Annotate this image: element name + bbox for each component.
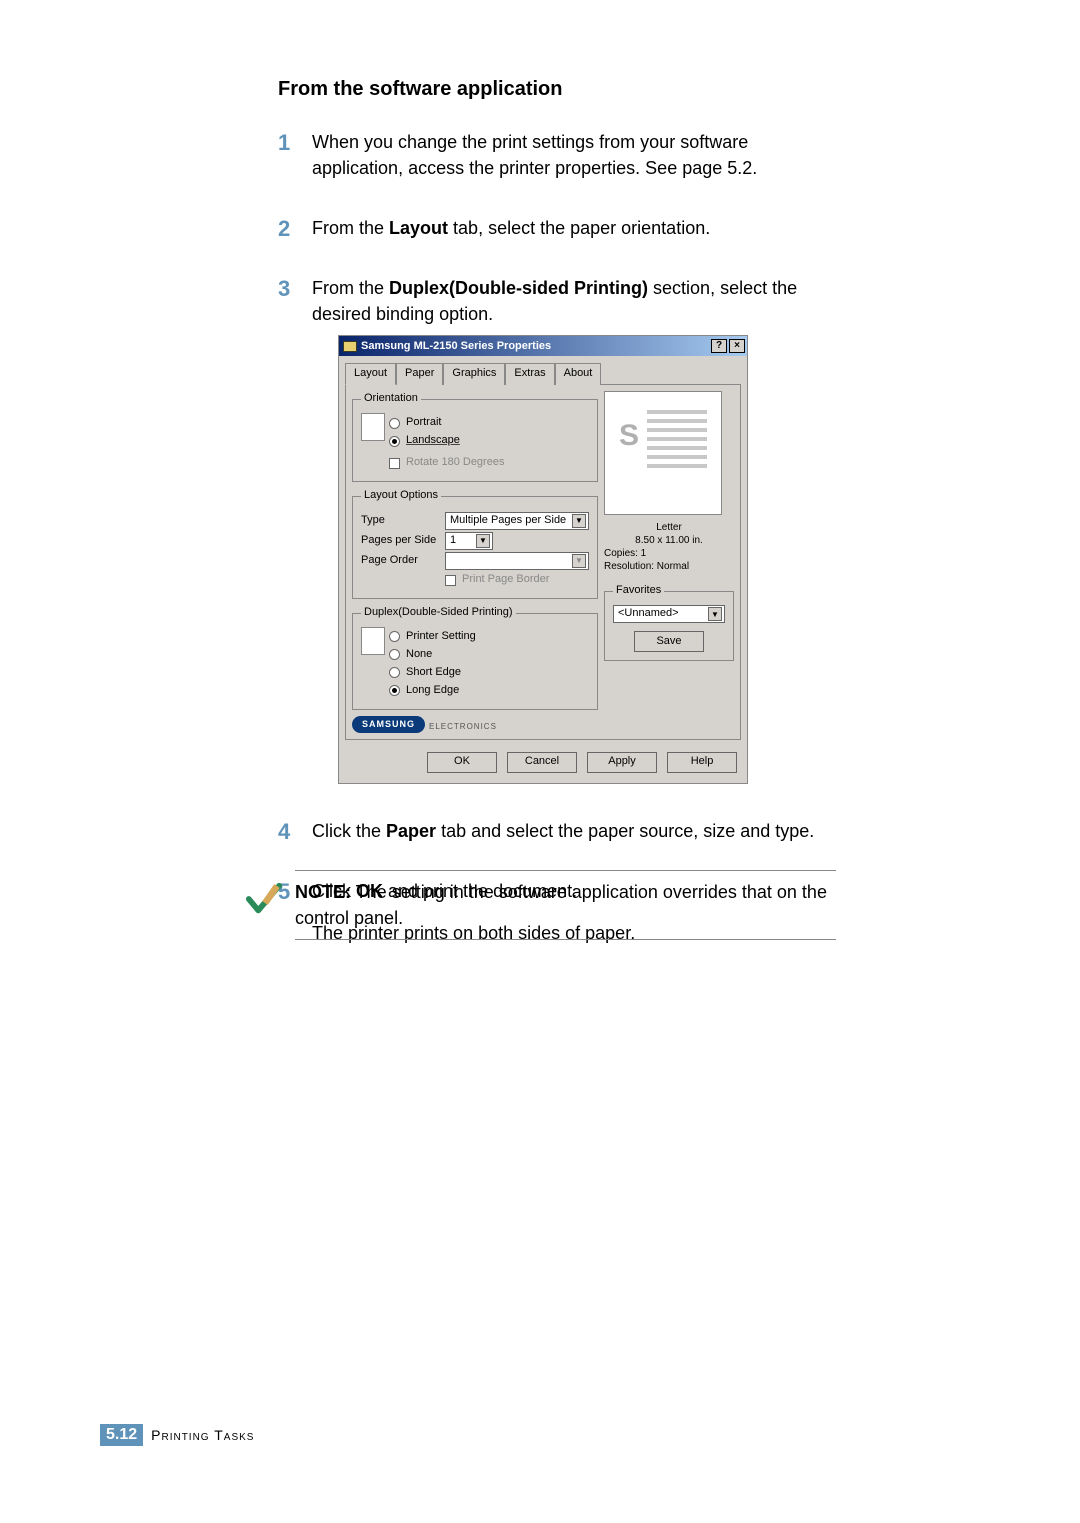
step-2: 2 From the Layout tab, select the paper … [278,215,838,241]
tab-extras[interactable]: Extras [505,363,554,385]
duplex-legend: Duplex(Double-Sided Printing) [361,605,516,621]
favorites-group: Favorites <Unnamed> Save [604,583,734,661]
tab-graphics[interactable]: Graphics [443,363,505,385]
step-3: 3 From the Duplex(Double-sided Printing)… [278,275,838,783]
preview-meta: Letter 8.50 x 11.00 in. Copies: 1 Resolu… [604,521,734,573]
step-text-bold: Duplex(Double-sided Printing) [389,278,648,298]
note-box: NOTE: The setting in the software applic… [295,870,836,940]
tab-about[interactable]: About [555,363,602,385]
chevron-down-icon [708,607,722,621]
duplex-opt-label: Short Edge [406,665,461,681]
step-number: 4 [278,816,290,848]
orientation-legend: Orientation [361,391,421,407]
titlebar: Samsung ML-2150 Series Properties ? × [339,336,747,356]
orientation-icon [361,413,385,441]
type-value: Multiple Pages per Side [450,513,566,529]
pages-per-side-label: Pages per Side [361,533,439,549]
page-footer: 5.12 Printing Tasks [100,1424,254,1446]
step-text-bold: Paper [386,821,436,841]
step-text-post: tab, select the paper orientation. [448,218,710,238]
duplex-opt-label: None [406,647,432,663]
tab-body: Orientation Portrait [345,384,741,739]
duplex-none-radio[interactable] [389,649,400,660]
layout-options-group: Layout Options Type Multiple Pages per S… [352,488,598,599]
step-number: 2 [278,213,290,245]
step-4: 4 Click the Paper tab and select the pap… [278,818,838,844]
duplex-opt-label: Printer Setting [406,629,476,645]
type-label: Type [361,513,439,529]
duplex-opt-label: Long Edge [406,683,459,699]
layout-options-legend: Layout Options [361,488,441,504]
note-text: The setting in the software application … [295,882,827,928]
tab-strip: Layout Paper Graphics Extras About [339,356,747,384]
apply-button[interactable]: Apply [587,752,657,773]
pages-per-side-value: 1 [450,533,456,549]
landscape-radio[interactable] [389,436,400,447]
brand-logo: SAMSUNG ELECTRONICS [352,716,598,733]
page-num: 12 [119,1426,137,1443]
printer-icon [343,341,357,352]
preview-s-icon: S [619,414,641,448]
pages-per-side-dropdown[interactable]: 1 [445,532,493,550]
page-order-dropdown[interactable] [445,552,589,570]
preview-resolution: Resolution: Normal [604,560,734,573]
print-page-border-checkbox[interactable] [445,575,456,586]
step-number: 1 [278,127,290,159]
printer-properties-dialog: Samsung ML-2150 Series Properties ? × La… [338,335,748,783]
help-titlebar-button[interactable]: ? [711,339,727,353]
step-1: 1 When you change the print settings fro… [278,129,838,181]
chapter-num: 5. [106,1426,119,1443]
save-button[interactable]: Save [634,631,704,652]
portrait-label: Portrait [406,415,441,431]
duplex-long-edge-radio[interactable] [389,685,400,696]
rotate-label: Rotate 180 Degrees [406,455,504,471]
duplex-printer-setting-radio[interactable] [389,631,400,642]
help-button[interactable]: Help [667,752,737,773]
chapter-badge: 5.12 [100,1424,143,1446]
rotate-checkbox[interactable] [389,458,400,469]
orientation-group: Orientation Portrait [352,391,598,482]
duplex-short-edge-radio[interactable] [389,667,400,678]
brand-sub: ELECTRONICS [429,721,497,733]
ok-button[interactable]: OK [427,752,497,773]
dialog-title: Samsung ML-2150 Series Properties [361,339,709,355]
section-heading: From the software application [278,78,838,101]
type-dropdown[interactable]: Multiple Pages per Side [445,512,589,530]
step-text-pre: Click the [312,821,386,841]
chevron-down-icon [572,554,586,568]
favorites-dropdown[interactable]: <Unnamed> [613,605,725,623]
preview-lines-icon [647,410,707,473]
step-text-pre: From the [312,218,389,238]
preview-copies: Copies: 1 [604,547,734,560]
favorites-value: <Unnamed> [618,606,679,622]
preview-pane: S [604,391,722,515]
footer-section: Printing Tasks [151,1427,254,1443]
duplex-group: Duplex(Double-Sided Printing) Printer Se… [352,605,598,710]
dialog-buttons: OK Cancel Apply Help [339,746,747,783]
chevron-down-icon [572,514,586,528]
step-text-pre: From the [312,278,389,298]
note-label: NOTE: [295,882,351,902]
tab-paper[interactable]: Paper [396,363,443,385]
close-titlebar-button[interactable]: × [729,339,745,353]
step-text: When you change the print settings from … [312,132,757,178]
step-text-post: tab and select the paper source, size an… [436,821,814,841]
chevron-down-icon [476,534,490,548]
note-pencil-icon [245,880,283,918]
tab-layout[interactable]: Layout [345,363,396,385]
page-order-label: Page Order [361,553,439,569]
duplex-icon [361,627,385,655]
step-number: 3 [278,273,290,305]
steps-list: 1 When you change the print settings fro… [278,129,838,946]
brand-name: SAMSUNG [352,716,425,733]
preview-size: 8.50 x 11.00 in. [604,534,734,547]
portrait-radio[interactable] [389,418,400,429]
step-text-bold: Layout [389,218,448,238]
landscape-label: Landscape [406,433,460,449]
cancel-button[interactable]: Cancel [507,752,577,773]
favorites-legend: Favorites [613,583,664,599]
print-page-border-label: Print Page Border [462,572,549,588]
preview-paper: Letter [604,521,734,534]
